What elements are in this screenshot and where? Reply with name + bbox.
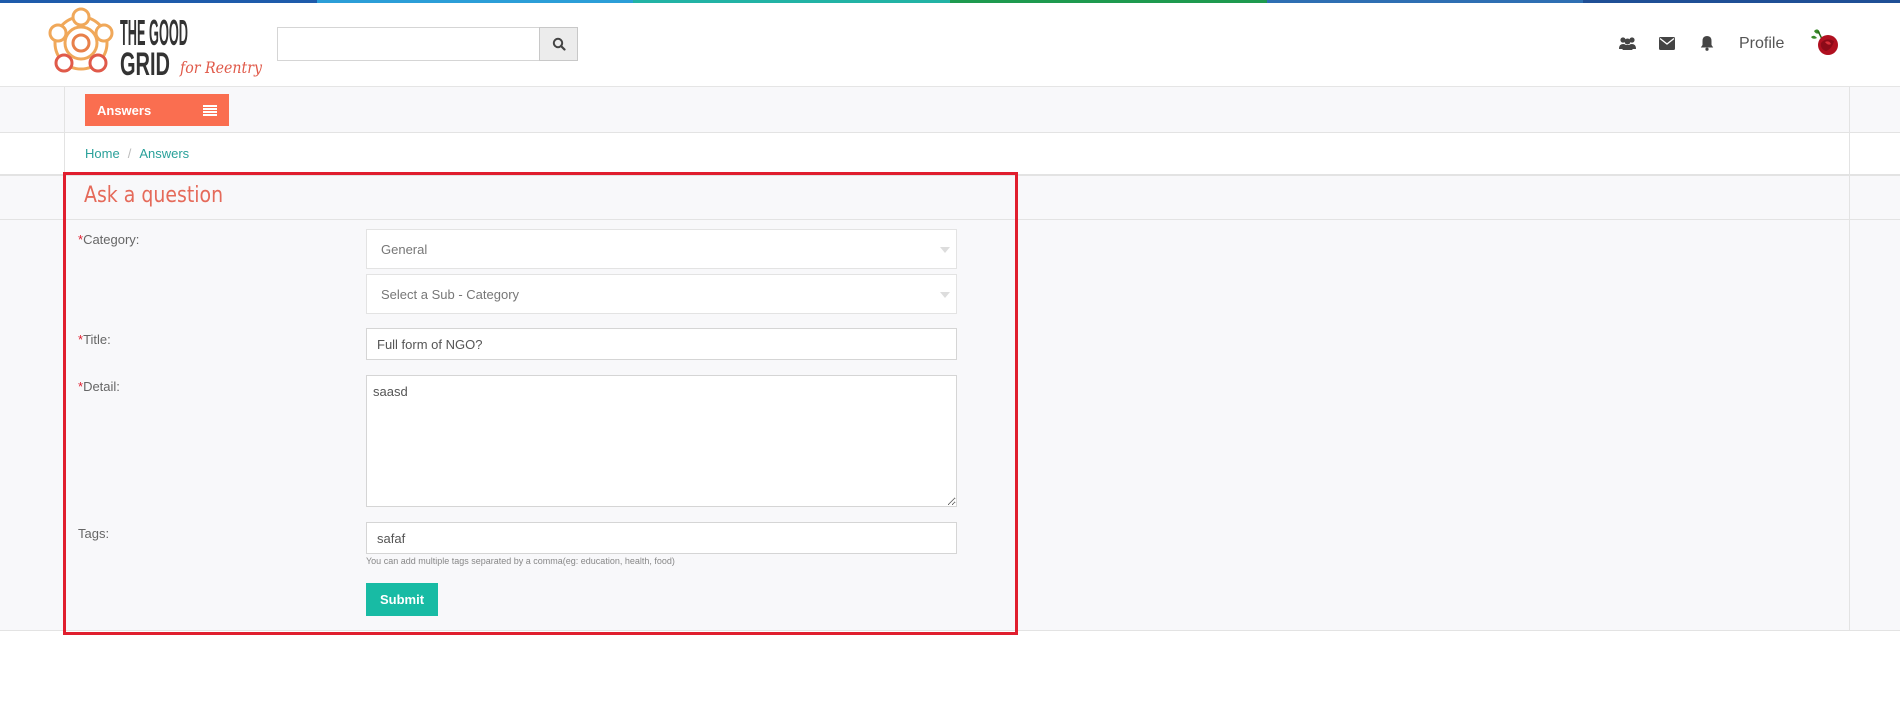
search-input[interactable] xyxy=(277,27,539,61)
search-bar xyxy=(277,27,578,61)
hamburger-icon xyxy=(203,104,217,116)
avatar[interactable] xyxy=(1806,25,1842,61)
answers-menu-button[interactable]: Answers xyxy=(85,94,229,126)
subcategory-selected-value: Select a Sub - Category xyxy=(381,286,520,302)
flower-logo-icon xyxy=(48,7,114,73)
breadcrumb-home-link[interactable]: Home xyxy=(85,146,120,161)
answers-menu-label: Answers xyxy=(97,102,152,118)
top-header: THE GOOD GRID for Reentry Profile xyxy=(0,3,1900,87)
subcategory-select[interactable]: Select a Sub - Category xyxy=(366,274,957,314)
breadcrumb-band xyxy=(0,133,1900,175)
chevron-down-icon xyxy=(940,292,950,298)
search-button[interactable] xyxy=(539,27,578,61)
tags-help-text: You can add multiple tags separated by a… xyxy=(366,556,675,566)
profile-link[interactable]: Profile xyxy=(1739,35,1784,53)
page-title: Ask a question xyxy=(84,183,224,208)
category-selected-value: General xyxy=(381,241,428,257)
logo-tagline: for Reentry xyxy=(179,58,263,77)
detail-label: *Detail: xyxy=(78,379,120,394)
bell-icon[interactable] xyxy=(1700,35,1714,51)
title-band xyxy=(0,175,1900,219)
detail-textarea[interactable]: saasd xyxy=(366,375,957,507)
breadcrumb-answers-link[interactable]: Answers xyxy=(139,146,189,161)
logo-grid-text: GRID xyxy=(120,46,170,81)
envelope-icon[interactable] xyxy=(1659,37,1675,50)
breadcrumb: Home / Answers xyxy=(85,146,189,161)
subnav-band xyxy=(0,87,1900,133)
chevron-down-icon xyxy=(940,247,950,253)
users-icon[interactable] xyxy=(1618,36,1637,51)
site-logo[interactable]: THE GOOD GRID for Reentry xyxy=(44,5,266,81)
tags-input[interactable] xyxy=(366,522,957,554)
category-label: *Category: xyxy=(78,232,140,247)
category-select[interactable]: General xyxy=(366,229,957,269)
search-icon xyxy=(552,37,566,51)
breadcrumb-separator: / xyxy=(127,146,132,161)
title-input[interactable] xyxy=(366,328,957,360)
submit-button[interactable]: Submit xyxy=(366,583,438,616)
title-label: *Title: xyxy=(78,332,111,347)
tags-label: Tags: xyxy=(78,526,110,541)
